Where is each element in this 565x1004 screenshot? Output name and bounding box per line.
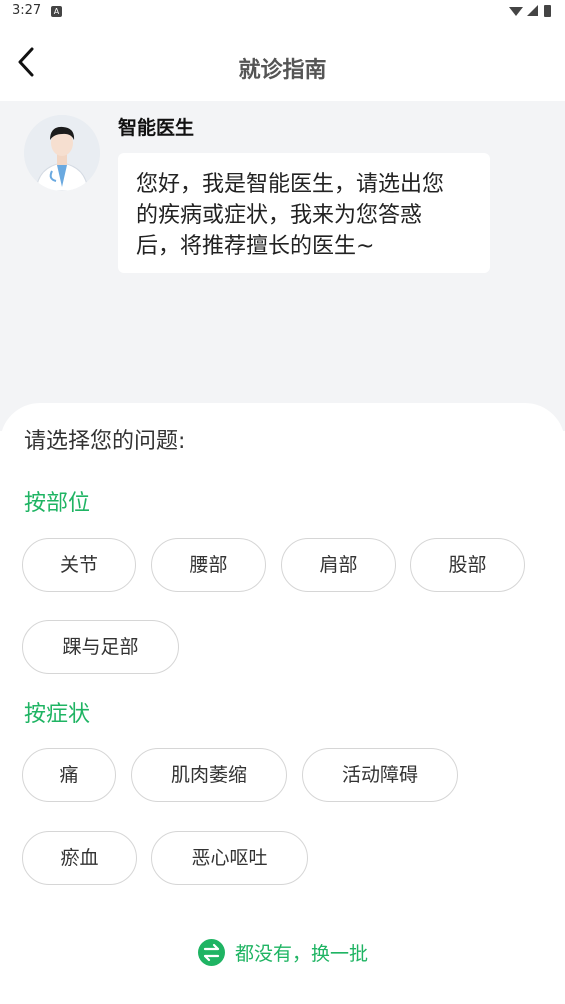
refresh-button[interactable]: 都没有，换一批 [198, 937, 368, 967]
section-title-body: 按部位 [24, 491, 91, 516]
chip-body-part[interactable]: 股部 [410, 538, 525, 592]
chip-body-part[interactable]: 腰部 [151, 538, 266, 592]
doctor-icon [24, 115, 100, 191]
message-line: 的疾病或症状，我来为您答惑 [136, 203, 423, 228]
question-panel: 请选择您的问题: 按部位 关节 腰部 肩部 股部 踝与足部 按症状 痛 肌肉萎缩… [0, 403, 565, 1004]
notification-icon: A [51, 6, 62, 17]
chip-body-part[interactable]: 关节 [22, 538, 136, 592]
chip-symptom[interactable]: 痛 [22, 748, 116, 802]
chip-symptom[interactable]: 瘀血 [22, 831, 137, 885]
battery-icon [544, 5, 551, 17]
status-time: 3:27 [12, 3, 42, 18]
doctor-avatar [24, 115, 100, 191]
message-line: 您好，我是智能医生，请选出您 [136, 172, 445, 197]
wifi-icon [509, 7, 523, 16]
section-title-symptom: 按症状 [24, 702, 91, 727]
page-title: 就诊指南 [238, 58, 327, 83]
message-bubble: 您好，我是智能医生，请选出您 的疾病或症状，我来为您答惑 后，将推荐擅长的医生~ [118, 153, 490, 273]
bot-name: 智能医生 [118, 117, 195, 139]
app-screen: 3:27 A 就诊指南 智能医生 您好，我是智能医生，请选出您 的疾病或症状，我… [0, 0, 565, 1004]
chip-body-part[interactable]: 踝与足部 [22, 620, 179, 674]
chip-body-part[interactable]: 肩部 [281, 538, 396, 592]
signal-icon [527, 5, 538, 16]
chip-symptom[interactable]: 活动障碍 [302, 748, 458, 802]
status-bar: 3:27 A [0, 0, 565, 24]
chip-symptom[interactable]: 恶心呕吐 [151, 831, 308, 885]
swap-icon [198, 938, 225, 966]
message-line: 后，将推荐擅长的医生~ [136, 234, 375, 259]
status-icons [509, 5, 551, 17]
chip-symptom[interactable]: 肌肉萎缩 [131, 748, 287, 802]
refresh-label: 都没有，换一批 [235, 942, 369, 965]
top-bar: 就诊指南 [0, 24, 565, 101]
chat-area: 智能医生 您好，我是智能医生，请选出您 的疾病或症状，我来为您答惑 后，将推荐擅… [0, 101, 565, 431]
panel-prompt: 请选择您的问题: [24, 429, 186, 454]
